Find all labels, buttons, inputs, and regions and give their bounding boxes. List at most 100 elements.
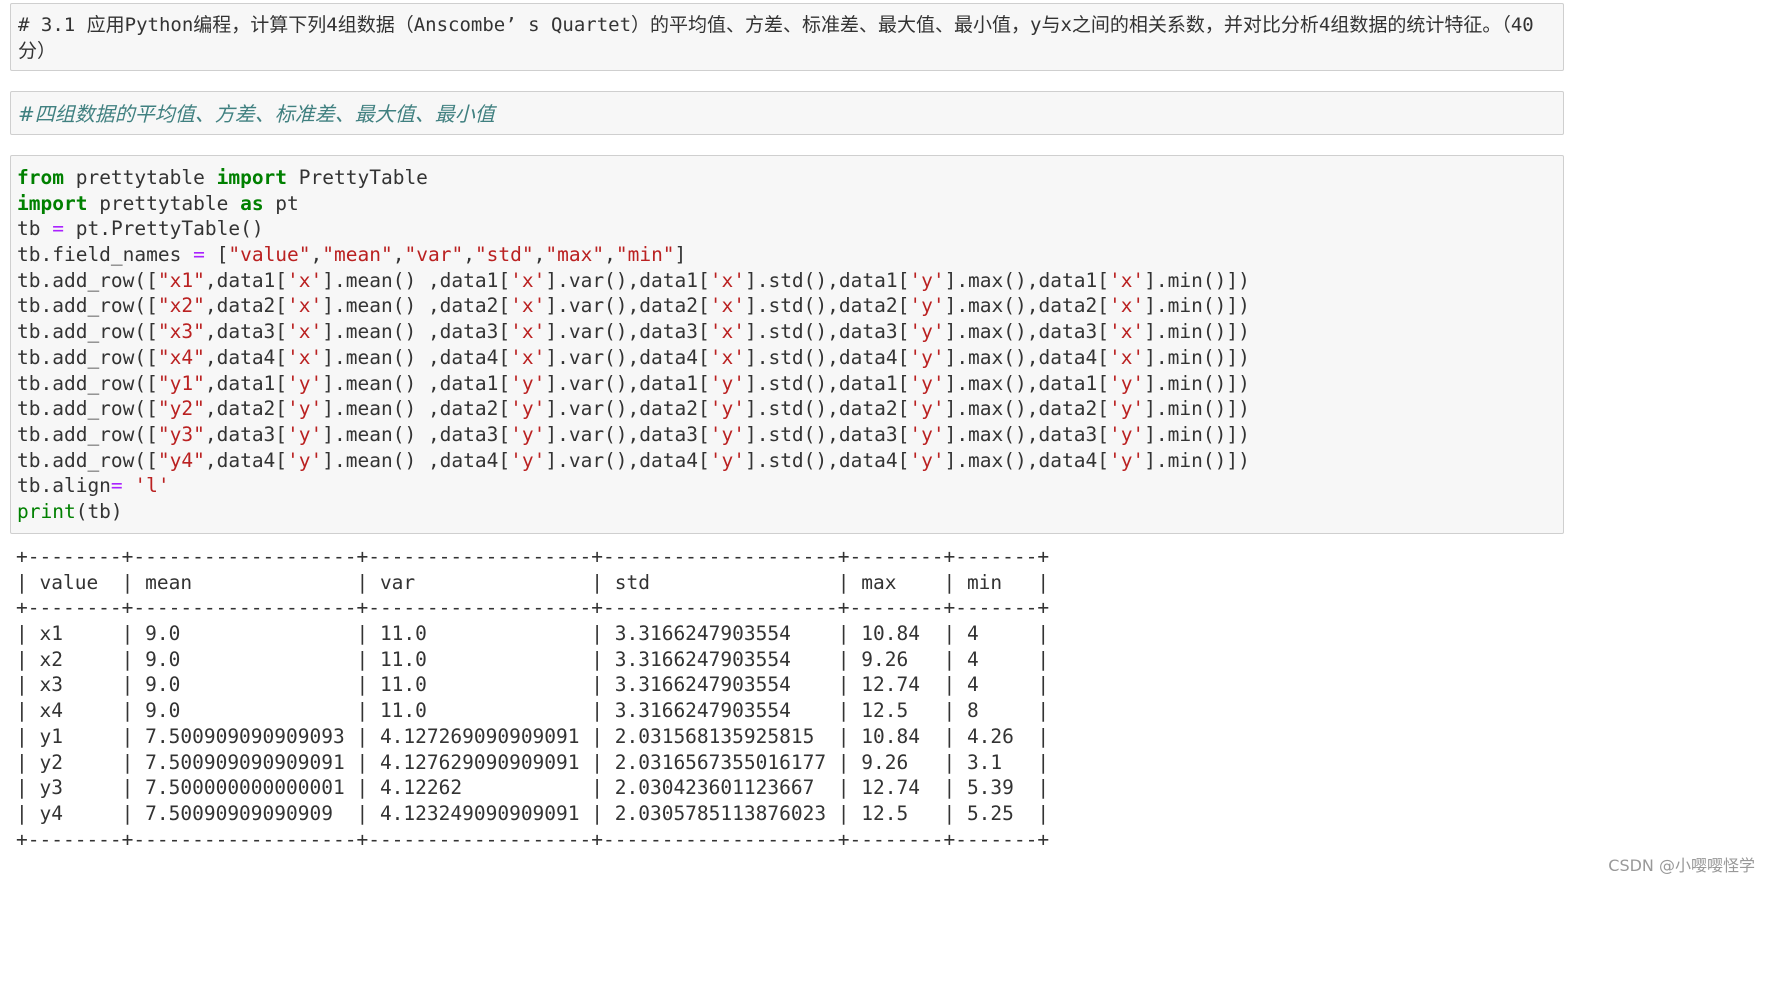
output-area: +--------+-------------------+----------…: [16, 544, 1049, 852]
code-token: as: [240, 191, 264, 215]
code-line: tb = pt.PrettyTable(): [17, 216, 1557, 242]
code-token: ].std(),data2[: [744, 397, 910, 421]
code-token: ,data2[: [204, 294, 288, 318]
code-token: "value": [228, 243, 311, 267]
code-token: ,data1[: [204, 371, 288, 395]
code-token: ].var(),data1[: [545, 268, 710, 292]
code-token: 'x': [709, 268, 745, 292]
code-token: ].var(),data3[: [545, 320, 710, 344]
code-line: tb.add_row(["x1",data1['x'].mean() ,data…: [17, 268, 1557, 294]
code-token: tb.add_row([: [17, 422, 158, 446]
code-cell[interactable]: from prettytable import PrettyTable impor…: [10, 155, 1564, 534]
table-header-row: | value | mean | var | std | max | min |: [16, 570, 1050, 594]
markdown-cell-comment[interactable]: #四组数据的平均值、方差、标准差、最大值、最小值: [10, 91, 1564, 135]
code-line: tb.align= 'l': [17, 473, 1557, 499]
code-token: ].std(),data4[: [744, 345, 910, 369]
code-token: 'y': [709, 397, 745, 421]
code-token: ].max(),data2[: [944, 397, 1109, 421]
code-token: 'y': [510, 422, 546, 446]
code-token: ,: [463, 243, 475, 267]
code-token: import: [216, 166, 288, 189]
code-token: =: [110, 474, 123, 498]
code-token: 'x': [709, 320, 745, 344]
code-token: "std": [474, 243, 534, 267]
code-token: ].std(),data3[: [744, 422, 910, 446]
code-token: ,data2[: [204, 397, 288, 421]
table-row: | y4 | 7.50090909090909 | 4.123249090909…: [16, 801, 1050, 825]
code-token: "y1": [157, 371, 205, 395]
code-token: ,data3[: [204, 422, 288, 446]
code-token: "y4": [157, 448, 205, 472]
code-token: ].var(),data4[: [545, 448, 710, 472]
code-token: pt: [263, 191, 299, 215]
code-token: 'y': [909, 397, 945, 421]
code-token: ].min()]): [1144, 345, 1250, 369]
code-token: ].min()]): [1144, 294, 1250, 318]
code-token: prettytable: [87, 191, 241, 215]
code-token: print: [17, 499, 76, 523]
code-token: 'y': [1108, 448, 1145, 472]
code-token: ].mean() ,data4[: [322, 345, 511, 369]
table-row: | x2 | 9.0 | 11.0 | 3.3166247903554 | 9.…: [16, 647, 1050, 671]
code-line: tb.add_row(["x4",data4['x'].mean() ,data…: [17, 345, 1557, 371]
code-token: ].max(),data3[: [944, 320, 1109, 344]
code-token: from: [17, 166, 64, 189]
code-token: ].mean() ,data3[: [322, 320, 511, 344]
code-token: 'y': [909, 268, 945, 292]
code-token: ].max(),data4[: [944, 448, 1109, 472]
code-token: "x2": [157, 294, 205, 318]
code-token: ].mean() ,data3[: [322, 422, 511, 446]
code-token: ].std(),data4[: [744, 448, 910, 472]
comment-heading: #四组数据的平均值、方差、标准差、最大值、最小值: [18, 102, 495, 126]
code-token: tb.add_row([: [17, 268, 158, 292]
code-token: ,: [310, 243, 323, 267]
code-token: "var": [404, 243, 464, 267]
code-token: ].mean() ,data1[: [322, 268, 511, 292]
code-line: import prettytable as pt: [17, 191, 1557, 217]
code-token: ].std(),data1[: [744, 268, 910, 292]
table-border-top: +--------+-------------------+----------…: [16, 545, 1050, 568]
code-token: =: [193, 243, 205, 267]
code-token: "max": [545, 243, 605, 267]
code-token: tb.add_row([: [17, 371, 158, 395]
code-token: ].var(),data2[: [545, 294, 710, 318]
code-token: tb.add_row([: [17, 448, 158, 472]
code-token: "min": [615, 243, 675, 267]
code-token: 'y': [287, 371, 323, 395]
markdown-cell-question[interactable]: # 3.1 应用Python编程，计算下列4组数据（Anscombe’ s Qu…: [10, 3, 1564, 71]
code-token: ].var(),data1[: [545, 371, 710, 395]
code-line: from prettytable import PrettyTable: [17, 165, 1557, 191]
code-token: ,: [533, 243, 546, 267]
table-border-bottom: +--------+-------------------+----------…: [16, 827, 1050, 851]
code-token: PrettyTable: [287, 166, 428, 189]
code-token: 'x': [287, 345, 323, 369]
code-token: 'x': [510, 294, 546, 318]
code-line: tb.add_row(["x2",data2['x'].mean() ,data…: [17, 293, 1557, 319]
code-token: import: [17, 191, 88, 215]
code-token: 'y': [909, 320, 945, 344]
code-token: ].max(),data4[: [944, 345, 1109, 369]
table-row: | y1 | 7.500909090909093 | 4.12726909090…: [16, 724, 1050, 748]
code-token: ].min()]): [1144, 320, 1250, 344]
code-token: "y3": [157, 422, 205, 446]
code-token: 'y': [909, 371, 945, 395]
code-token: ].std(),data2[: [744, 294, 910, 318]
code-token: 'y': [709, 448, 745, 472]
code-line: tb.add_row(["x3",data3['x'].mean() ,data…: [17, 319, 1557, 345]
code-line: tb.add_row(["y2",data2['y'].mean() ,data…: [17, 396, 1557, 422]
code-token: ].mean() ,data2[: [322, 397, 511, 421]
code-token: 'y': [287, 397, 323, 421]
code-token: 'y': [909, 345, 945, 369]
code-line: tb.add_row(["y3",data3['y'].mean() ,data…: [17, 422, 1557, 448]
code-token: 'y': [709, 371, 745, 395]
code-token: 'y': [1108, 397, 1145, 421]
code-token: (tb): [75, 499, 123, 523]
code-token: "x3": [157, 320, 205, 344]
code-token: 'y': [1108, 422, 1145, 446]
code-token: tb: [17, 217, 53, 241]
code-token: 'x': [287, 320, 323, 344]
code-token: 'y': [709, 422, 745, 446]
code-token: 'x': [510, 320, 546, 344]
code-token: ].min()]): [1144, 268, 1250, 292]
